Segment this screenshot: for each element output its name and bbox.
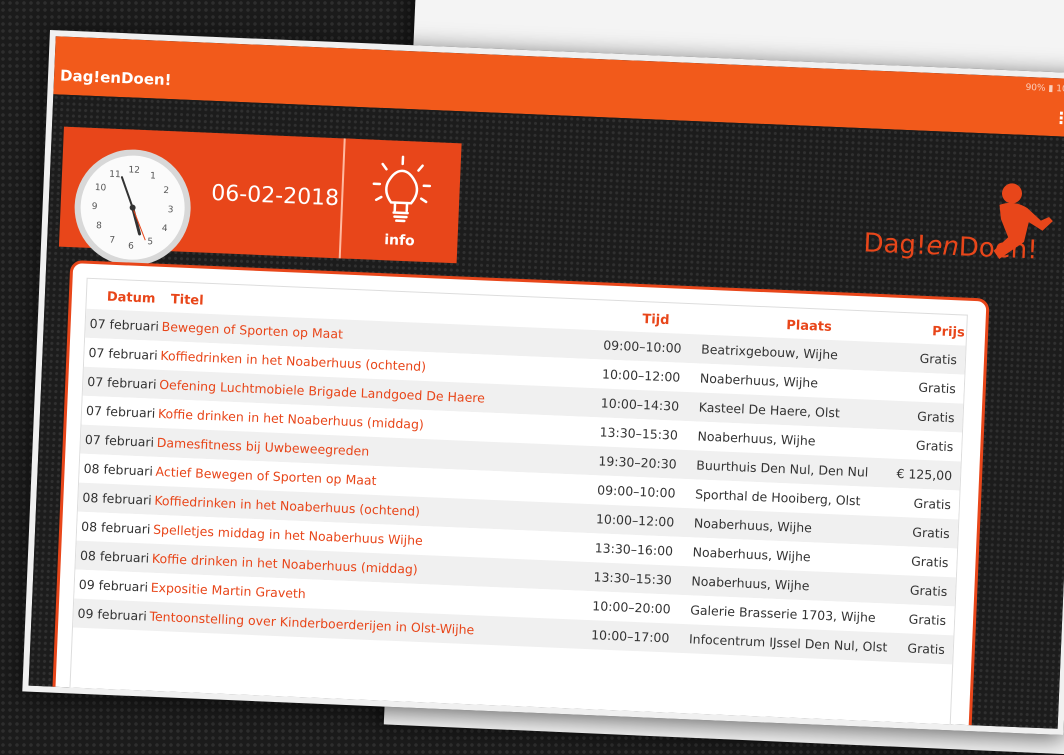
main-content: 12 12 3 45 6 78 9 1011 06-02-2018 [29, 94, 1064, 729]
cell-tijd: 09:00–10:00 [597, 475, 676, 507]
cell-prijs: Gratis [919, 344, 958, 375]
clock-number: 10 [95, 183, 107, 193]
cell-datum: 07 februari [88, 338, 158, 370]
clock-icon: 12 12 3 45 6 78 9 1011 [72, 147, 193, 268]
cell-datum: 08 februari [83, 454, 153, 486]
clock-number: 8 [96, 221, 102, 231]
cell-prijs: Gratis [912, 518, 951, 549]
cell-datum: 07 februari [89, 309, 159, 341]
clock-number: 4 [162, 224, 168, 234]
cell-prijs: Gratis [911, 547, 950, 578]
clock-number: 6 [128, 241, 134, 251]
cell-datum: 08 februari [81, 512, 151, 544]
column-header-plaats[interactable]: Plaats [786, 318, 832, 335]
cell-tijd: 10:00–20:00 [592, 591, 671, 623]
clock-number: 9 [92, 202, 98, 212]
cell-datum: 07 februari [85, 396, 155, 428]
cell-tijd: 13:30–16:00 [594, 533, 673, 565]
table-body: 07 februariBewegen of Sporten op Maat09:… [73, 309, 966, 665]
cell-tijd: 10:00–12:00 [601, 359, 680, 391]
cell-prijs: Gratis [909, 576, 948, 607]
activities-card: Datum Titel Tijd Plaats Prijs 07 februar… [52, 260, 990, 735]
cell-tijd: 13:30–15:30 [599, 417, 678, 449]
cell-datum: 09 februari [77, 599, 147, 631]
cell-prijs: Gratis [918, 373, 957, 404]
clock-number: 12 [128, 165, 140, 175]
lightbulb-icon [342, 142, 462, 237]
overflow-menu-icon[interactable]: ⋮ [1053, 108, 1064, 128]
brand-logo: Dag!enDoen! [863, 228, 1038, 265]
column-header-titel[interactable]: Titel [170, 292, 203, 308]
info-button[interactable]: info [339, 138, 462, 263]
cell-datum: 08 februari [82, 483, 152, 515]
app-title: Dag!enDoen! [60, 66, 172, 89]
cell-prijs: Gratis [908, 604, 947, 635]
date-panel: 12 12 3 45 6 78 9 1011 06-02-2018 [59, 127, 354, 259]
cell-tijd: 09:00–10:00 [603, 330, 682, 362]
cell-prijs: € 125,00 [896, 459, 953, 490]
cell-prijs: Gratis [915, 431, 954, 462]
cell-prijs: Gratis [913, 489, 952, 520]
clock-number: 5 [147, 237, 153, 247]
clock-number: 3 [167, 205, 173, 215]
cell-prijs: Gratis [907, 633, 946, 664]
clock-number: 11 [109, 170, 121, 180]
cell-tijd: 19:30–20:30 [598, 446, 677, 478]
cell-datum: 07 februari [84, 425, 154, 457]
clock-number: 1 [150, 171, 156, 181]
status-bar: 90% ▮ 10:5 [1025, 83, 1064, 95]
cell-tijd: 10:00–14:30 [600, 388, 679, 420]
cell-prijs: Gratis [917, 402, 956, 433]
column-header-datum[interactable]: Datum [107, 290, 156, 307]
cell-tijd: 10:00–17:00 [591, 620, 670, 652]
cell-tijd: 10:00–12:00 [595, 504, 674, 536]
column-header-prijs[interactable]: Prijs [932, 324, 965, 340]
cell-datum: 09 februari [78, 570, 148, 602]
clock-number: 2 [163, 186, 169, 196]
column-header-tijd[interactable]: Tijd [642, 312, 670, 328]
clock-number: 7 [109, 236, 115, 246]
current-date: 06-02-2018 [211, 181, 340, 211]
activities-table: Datum Titel Tijd Plaats Prijs 07 februar… [69, 278, 968, 735]
cell-datum: 08 februari [79, 541, 149, 573]
tablet-screen: 90% ▮ 10:5 Dag!enDoen! ⋮ 12 12 3 45 6 78 9 1011… [22, 30, 1064, 735]
cell-datum: 07 februari [87, 367, 157, 399]
cell-tijd: 13:30–15:30 [593, 562, 672, 594]
